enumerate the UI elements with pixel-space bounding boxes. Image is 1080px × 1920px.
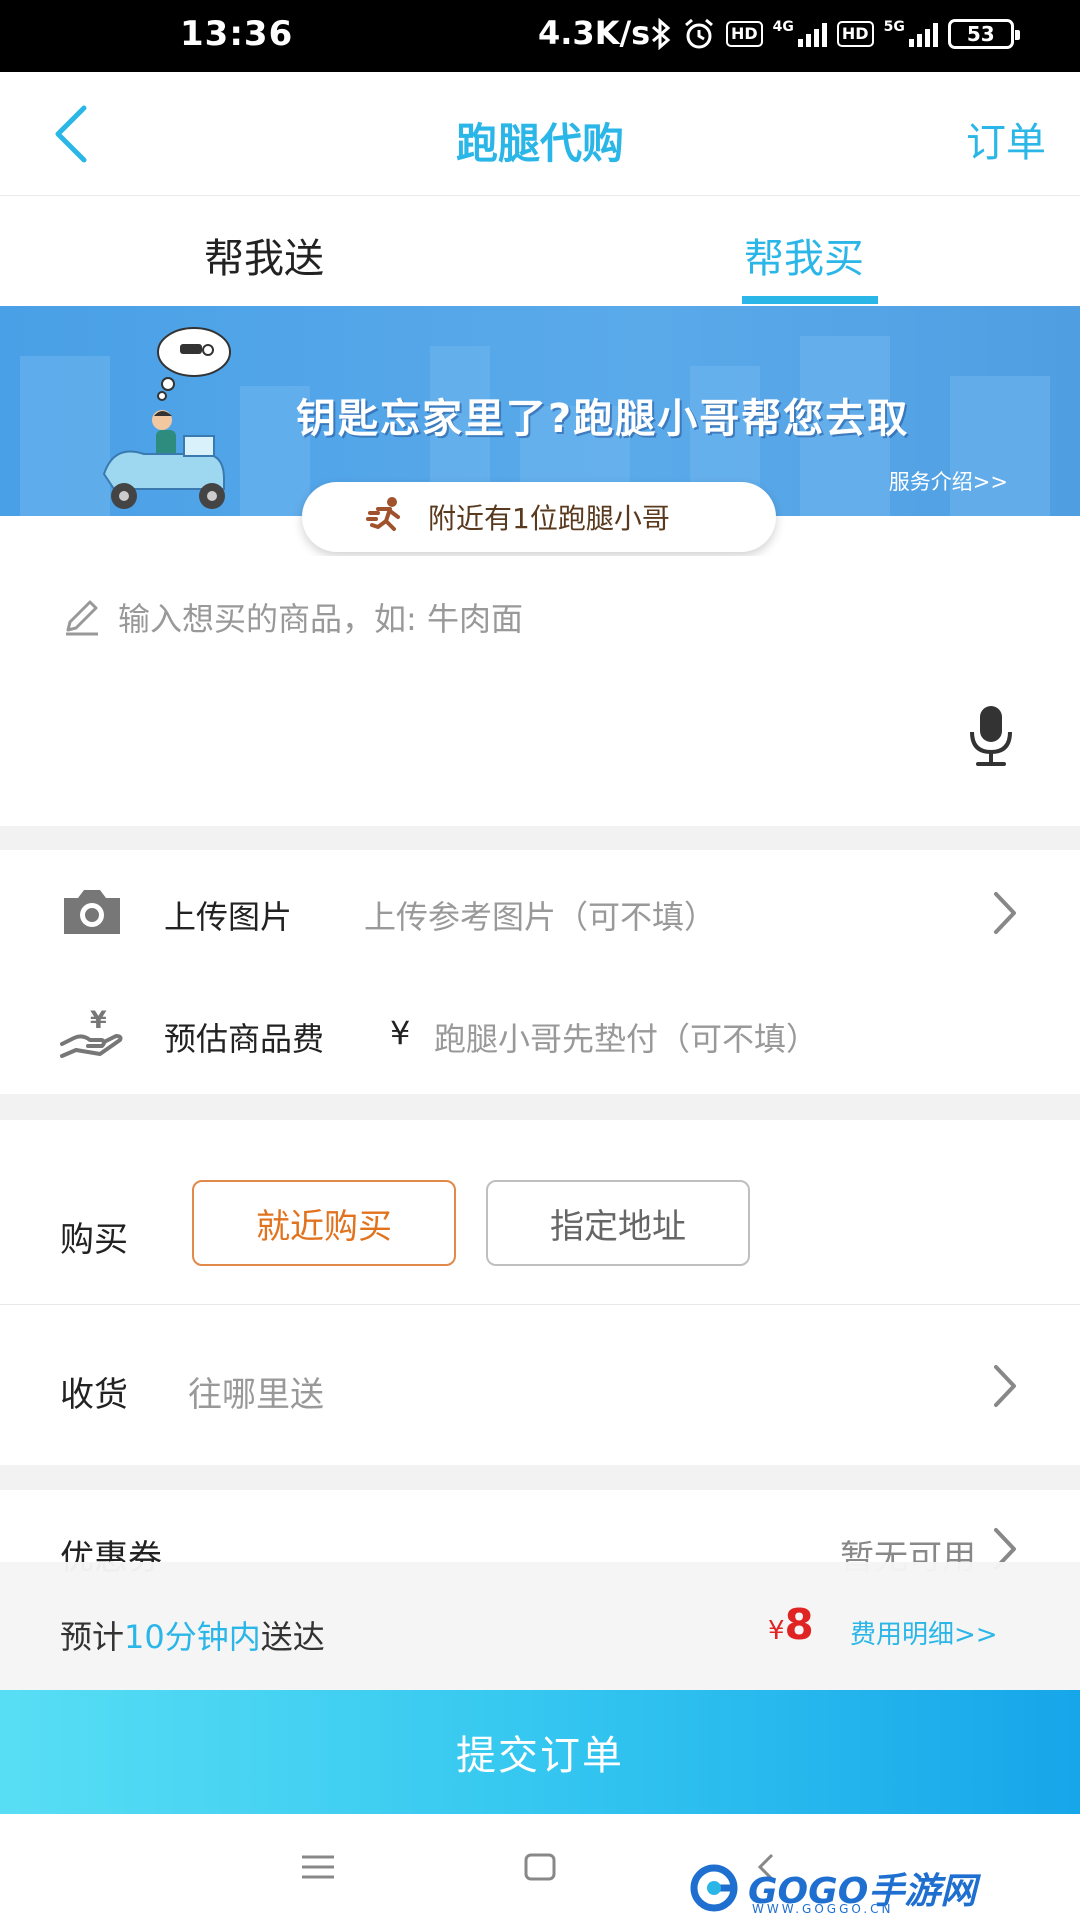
chevron-right-icon bbox=[994, 892, 1016, 934]
page-title: 跑腿代购 bbox=[455, 119, 624, 168]
watermark-url: WWW.GOGGO.CN bbox=[752, 1902, 894, 1916]
status-icons: HD 4G HD 5G 53 bbox=[650, 18, 1020, 50]
section-gap bbox=[0, 1465, 1080, 1491]
banner-headline: 钥匙忘家里了?跑腿小哥帮您去取 bbox=[296, 396, 910, 442]
pencil-icon bbox=[66, 600, 98, 636]
eta-prefix: 预计 bbox=[60, 1618, 125, 1656]
home-nav-icon[interactable] bbox=[520, 1852, 560, 1882]
fee-detail-link[interactable]: 费用明细>> bbox=[850, 1614, 998, 1651]
receive-label: 收货 bbox=[60, 1375, 128, 1415]
camera-icon bbox=[64, 890, 120, 934]
signal-icon-2 bbox=[908, 21, 938, 47]
menu-nav-icon[interactable] bbox=[298, 1852, 338, 1882]
eta-suffix: 送达 bbox=[260, 1618, 325, 1656]
purchase-label: 购买 bbox=[60, 1220, 128, 1260]
estimated-fee-row[interactable]: ¥ 预估商品费 ¥ 跑腿小哥先垫付（可不填） bbox=[0, 974, 1080, 1094]
upload-image-label: 上传图片 bbox=[164, 898, 293, 936]
receive-address-row[interactable]: 收货 往哪里送 bbox=[0, 1305, 1080, 1465]
goods-input-placeholder[interactable]: 输入想买的商品，如: 牛肉面 bbox=[118, 594, 523, 640]
alarm-icon bbox=[685, 18, 713, 49]
upload-image-row[interactable]: 上传图片 上传参考图片（可不填） bbox=[0, 850, 1080, 974]
submit-order-button[interactable]: 提交订单 bbox=[0, 1690, 1080, 1814]
tab-bar: 帮我送 帮我买 bbox=[0, 196, 1080, 306]
orders-link[interactable]: 订单 bbox=[966, 110, 1046, 168]
svg-text:¥: ¥ bbox=[90, 1006, 107, 1034]
signal-icon bbox=[797, 21, 827, 47]
eta-highlight: 10分钟内 bbox=[124, 1618, 261, 1656]
gogo-logo-icon bbox=[690, 1864, 738, 1912]
receive-address-hint: 往哪里送 bbox=[188, 1375, 324, 1415]
purchase-option-row: 购买 就近购买 指定地址 bbox=[0, 1120, 1080, 1304]
microphone-icon[interactable] bbox=[966, 704, 1016, 768]
section-gap bbox=[0, 826, 1080, 850]
hd-badge-2: HD bbox=[836, 21, 874, 47]
app-header: 跑腿代购 订单 bbox=[0, 72, 1080, 196]
nearby-courier-text: 附近有1位跑腿小哥 bbox=[428, 502, 670, 535]
network-4g-label: 4G bbox=[772, 19, 794, 35]
upload-image-hint: 上传参考图片（可不填） bbox=[364, 898, 717, 936]
estimated-fee-label: 预估商品费 bbox=[164, 1020, 325, 1058]
tab-active-indicator bbox=[742, 296, 878, 304]
nearby-courier-pill: 附近有1位跑腿小哥 bbox=[302, 482, 776, 552]
status-bar: 13:36 4.3K/s HD 4G HD 5G 53 bbox=[0, 0, 1080, 72]
section-gap bbox=[0, 1094, 1080, 1120]
status-time: 13:36 bbox=[180, 14, 294, 54]
scooter-rider-illustration bbox=[102, 327, 231, 509]
delivery-price: ¥8 bbox=[768, 1600, 814, 1649]
status-net-speed: 4.3K/s bbox=[538, 14, 651, 52]
buy-nearby-button[interactable]: 就近购买 bbox=[192, 1180, 456, 1266]
price-value: 8 bbox=[784, 1600, 814, 1649]
bluetooth-icon bbox=[652, 18, 671, 50]
battery-icon: 53 bbox=[947, 19, 1020, 49]
tab-help-send[interactable]: 帮我送 bbox=[204, 226, 324, 284]
tab-help-buy[interactable]: 帮我买 bbox=[744, 226, 864, 284]
hand-money-icon: ¥ bbox=[60, 1006, 123, 1058]
order-summary-bar: 预计10分钟内送达 ¥8 费用明细>> bbox=[0, 1562, 1080, 1690]
delivery-eta: 预计10分钟内送达 bbox=[60, 1612, 325, 1658]
estimated-fee-currency: ¥ bbox=[390, 1014, 411, 1052]
price-currency: ¥ bbox=[768, 1616, 785, 1646]
estimated-fee-input[interactable]: 跑腿小哥先垫付（可不填） bbox=[434, 1014, 818, 1060]
chevron-right-icon bbox=[994, 1365, 1016, 1407]
goods-input-area[interactable]: 输入想买的商品，如: 牛肉面 bbox=[0, 556, 1080, 826]
site-watermark-logo: GOGO手游网 WWW.GOGGO.CN bbox=[690, 1862, 976, 1916]
runner-icon bbox=[366, 497, 400, 531]
hd-badge: HD bbox=[726, 21, 763, 47]
coupon-row[interactable]: 优惠券 暂无可用 bbox=[0, 1490, 1080, 1578]
network-5g-label: 5G bbox=[883, 19, 905, 35]
specified-address-button[interactable]: 指定地址 bbox=[486, 1180, 750, 1266]
service-intro-link[interactable]: 服务介绍>> bbox=[889, 466, 1008, 496]
